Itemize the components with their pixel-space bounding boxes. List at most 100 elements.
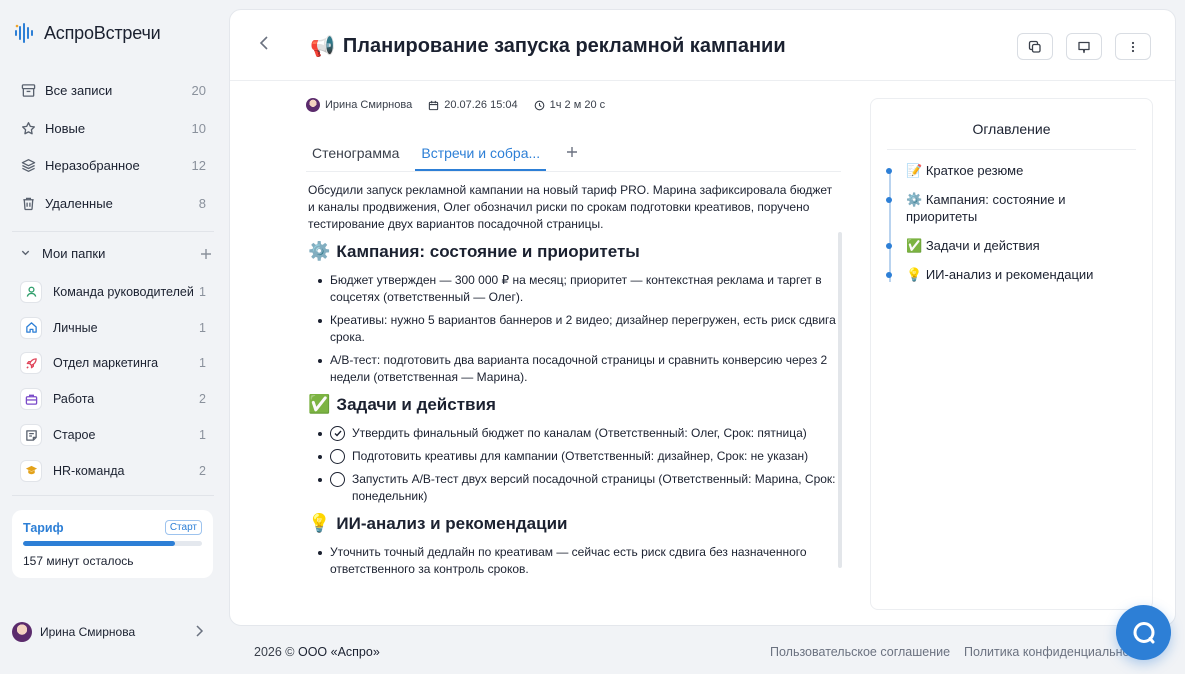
- folder-item[interactable]: Команда руководителей 1: [12, 274, 214, 310]
- comment-icon: [1078, 41, 1090, 53]
- toc-item-tasks[interactable]: ✅ Задачи и действия: [886, 237, 1132, 254]
- folder-label: Команда руководителей: [53, 284, 194, 299]
- memo-icon: 📝: [906, 163, 923, 178]
- meta-duration: 1ч 2 м 20 с: [534, 99, 606, 111]
- section-title: Задачи и действия: [336, 395, 496, 414]
- footer-link-terms[interactable]: Пользовательское соглашение: [770, 645, 950, 659]
- nav-item-label: Удаленные: [45, 195, 113, 211]
- meta-date-value: 20.07.26 15:04: [444, 99, 518, 111]
- tab-transcript[interactable]: Стенограмма: [306, 145, 405, 171]
- tab-meetings[interactable]: Встречи и собра...: [415, 145, 547, 171]
- toc-list: 📝 Краткое резюме ⚙️ Кампания: состояние …: [871, 162, 1152, 283]
- task-checkbox-checked[interactable]: [330, 426, 345, 441]
- logo-icon: [15, 23, 33, 43]
- toc-item-ai[interactable]: 💡 ИИ-анализ и рекомендации: [886, 266, 1132, 283]
- section-heading: 💡 ИИ-анализ и рекомендации: [308, 513, 838, 533]
- check-mark-icon: ✅: [906, 238, 923, 253]
- nav-item-label: Новые: [45, 120, 86, 136]
- tariff-card[interactable]: Тариф Старт 157 минут осталось: [12, 510, 213, 578]
- tariff-progress: [23, 541, 202, 546]
- more-button[interactable]: [1115, 33, 1151, 60]
- toc-line: [889, 172, 891, 282]
- avatar: [306, 98, 320, 112]
- star-icon: [20, 120, 36, 136]
- chevron-right-icon: [194, 624, 204, 641]
- meeting-meta: Ирина Смирнова 20.07.26 15:04 1ч 2 м 20 …: [306, 98, 605, 112]
- folders-header[interactable]: Мои папки: [20, 246, 212, 261]
- folder-count: 1: [199, 356, 206, 371]
- user-menu[interactable]: Ирина Смирнова: [12, 622, 204, 642]
- page-title: 📢 Планирование запуска рекламной кампани…: [310, 34, 786, 59]
- folders-header-label: Мои папки: [42, 246, 106, 261]
- folder-count: 2: [199, 463, 206, 478]
- folder-label: Работа: [53, 392, 95, 407]
- add-folder-button[interactable]: [200, 247, 212, 261]
- footer-company[interactable]: ООО «Аспро»: [298, 645, 380, 659]
- folder-item[interactable]: Отдел маркетинга 1: [12, 346, 214, 382]
- task-checkbox[interactable]: [330, 472, 345, 487]
- toc-title: Оглавление: [887, 99, 1136, 150]
- sidebar-divider: [12, 231, 214, 232]
- app-logo[interactable]: АспроВстречи: [14, 22, 161, 44]
- meta-date: 20.07.26 15:04: [428, 99, 518, 111]
- trash-icon: [20, 195, 36, 211]
- nav-item-deleted[interactable]: Удаленные 8: [12, 185, 214, 223]
- tariff-badge: Старт: [164, 520, 202, 535]
- nav-item-unsorted[interactable]: Неразобранное 12: [12, 147, 214, 185]
- folder-label: Старое: [53, 428, 96, 443]
- bullet-list: Бюджет утвержден — 300 000 ₽ на месяц; п…: [308, 272, 838, 386]
- section-heading: ✅ Задачи и действия: [308, 394, 838, 414]
- folder-label: Отдел маркетинга: [53, 356, 159, 371]
- folders-list: Команда руководителей 1 Личные 1 Отдел м…: [12, 274, 214, 489]
- task-checkbox[interactable]: [330, 449, 345, 464]
- folder-label: HR-команда: [53, 463, 125, 478]
- list-item: Уточнить точный дедлайн по креативам — с…: [316, 544, 838, 578]
- task-item: Подготовить креативы для кампании (Ответ…: [316, 448, 838, 465]
- nav-item-all[interactable]: Все записи 20: [12, 72, 214, 110]
- back-button[interactable]: [258, 34, 278, 56]
- summary-text: Обсудили запуск рекламной кампании на но…: [308, 183, 833, 231]
- lightbulb-icon: 💡: [308, 513, 331, 533]
- copy-button[interactable]: [1017, 33, 1053, 60]
- home-icon: [20, 316, 42, 339]
- plus-icon: [567, 147, 578, 157]
- folder-item[interactable]: Работа 2: [12, 381, 214, 417]
- folder-item[interactable]: Старое 1: [12, 417, 214, 453]
- chevron-down-icon: [20, 247, 34, 261]
- copy-icon: [1028, 40, 1041, 53]
- folder-count: 1: [199, 284, 206, 299]
- folder-count: 1: [199, 320, 206, 335]
- app-name: АспроВстречи: [44, 22, 161, 43]
- more-vertical-icon: [1131, 41, 1135, 52]
- chat-button[interactable]: [1116, 605, 1171, 660]
- tariff-title: Тариф: [23, 520, 64, 535]
- folder-count: 2: [199, 392, 206, 407]
- folder-item[interactable]: HR-команда 2: [12, 453, 214, 489]
- nav-item-count: 20: [191, 83, 206, 99]
- folder-count: 1: [199, 428, 206, 443]
- toc-item-summary[interactable]: 📝 Краткое резюме: [886, 162, 1132, 179]
- section-title: ИИ-анализ и рекомендации: [336, 514, 568, 533]
- comment-button[interactable]: [1066, 33, 1102, 60]
- gear-icon: ⚙️: [906, 192, 923, 207]
- content-scrollbar[interactable]: [838, 232, 842, 568]
- toc-item-campaign[interactable]: ⚙️ Кампания: состояние и приоритеты: [886, 191, 1132, 225]
- meta-duration-value: 1ч 2 м 20 с: [549, 99, 606, 111]
- meta-author: Ирина Смирнова: [306, 98, 412, 112]
- team-icon: [20, 280, 42, 303]
- archive-icon: [20, 83, 36, 99]
- nav-item-new[interactable]: Новые 10: [12, 110, 214, 148]
- check-mark-icon: ✅: [308, 394, 331, 414]
- layers-icon: [20, 158, 36, 174]
- main-nav: Все записи 20 Новые 10 Неразобранное 12 …: [12, 72, 214, 222]
- sidebar: АспроВстречи Все записи 20 Новые 10 Нера…: [0, 0, 228, 674]
- section-title: Кампания: состояние и приоритеты: [336, 242, 640, 261]
- add-tab-button[interactable]: [556, 142, 584, 171]
- page-header: 📢 Планирование запуска рекламной кампани…: [230, 10, 1175, 81]
- toc-item-label: Кампания: состояние и приоритеты: [906, 192, 1066, 224]
- toc-item-label: Задачи и действия: [925, 238, 1040, 253]
- folder-item[interactable]: Личные 1: [12, 310, 214, 346]
- rocket-icon: [20, 352, 42, 375]
- chevron-left-icon: [259, 36, 268, 50]
- note-icon: [20, 424, 42, 447]
